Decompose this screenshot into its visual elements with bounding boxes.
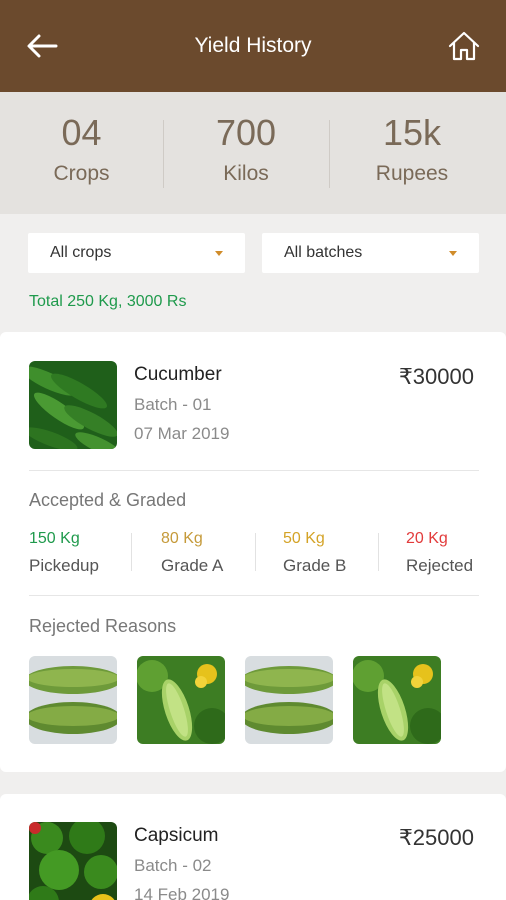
divider (378, 533, 379, 571)
stat-value: 700 (215, 112, 277, 153)
home-icon[interactable] (446, 28, 482, 64)
capsicum-thumbnail (29, 822, 117, 900)
grade-value: 20 Kg (406, 530, 448, 547)
batch-filter-dropdown[interactable]: All batches (262, 233, 479, 273)
divider (329, 120, 330, 188)
stat-label: Rupees (375, 162, 449, 185)
grade-label: Pickedup (29, 556, 99, 575)
chevron-down-icon (215, 251, 223, 256)
price-label: ₹25000 (398, 825, 474, 850)
total-summary: Total 250 Kg, 3000 Rs (29, 293, 187, 310)
date-label: 07 Mar 2019 (134, 424, 230, 443)
grade-label: Grade A (161, 556, 224, 575)
grade-value: 50 Kg (283, 530, 325, 547)
divider (163, 120, 164, 188)
crop-name: Capsicum (134, 825, 219, 846)
divider (131, 533, 132, 571)
price-label: ₹30000 (398, 364, 474, 389)
stat-value: 15k (382, 112, 442, 153)
divider (29, 470, 479, 471)
summary-stats: 04 Crops 700 Kilos 15k Rupees (0, 92, 506, 214)
stat-value: 04 (61, 112, 102, 153)
grade-value: 80 Kg (161, 530, 203, 547)
grade-label: Grade B (283, 556, 347, 575)
rejected-reasons-title: Rejected Reasons (29, 616, 177, 636)
divider (255, 533, 256, 571)
batch-label: Batch - 02 (134, 856, 212, 875)
rejected-photo[interactable] (29, 656, 117, 744)
batch-filter-value: All batches (284, 244, 363, 261)
rejected-photo[interactable] (353, 656, 441, 744)
chevron-down-icon (449, 251, 457, 256)
cucumber-thumbnail (29, 361, 117, 449)
section-title: Accepted & Graded (29, 490, 187, 510)
grade-rejected: 20 Kg Rejected (406, 530, 473, 576)
stat-label: Crops (53, 162, 110, 185)
stat-kilos: 700 Kilos (163, 92, 329, 214)
stat-rupees: 15k Rupees (329, 92, 495, 214)
grade-a: 80 Kg Grade A (161, 530, 223, 576)
grade-label: Rejected (406, 556, 474, 575)
grade-b: 50 Kg Grade B (283, 530, 346, 576)
date-label: 14 Feb 2019 (134, 885, 230, 900)
stat-crops: 04 Crops (0, 92, 163, 214)
batch-label: Batch - 01 (134, 395, 212, 414)
page-title: Yield History (194, 34, 312, 57)
rejected-photo[interactable] (137, 656, 225, 744)
divider (29, 595, 479, 596)
rejected-photo[interactable] (245, 656, 333, 744)
crop-filter-value: All crops (50, 244, 112, 261)
crop-filter-dropdown[interactable]: All crops (28, 233, 245, 273)
grade-value: 150 Kg (29, 530, 80, 547)
app-header: Yield History (0, 0, 506, 92)
grade-pickedup: 150 Kg Pickedup (29, 530, 99, 576)
stat-label: Kilos (223, 162, 269, 185)
crop-name: Cucumber (134, 364, 222, 385)
